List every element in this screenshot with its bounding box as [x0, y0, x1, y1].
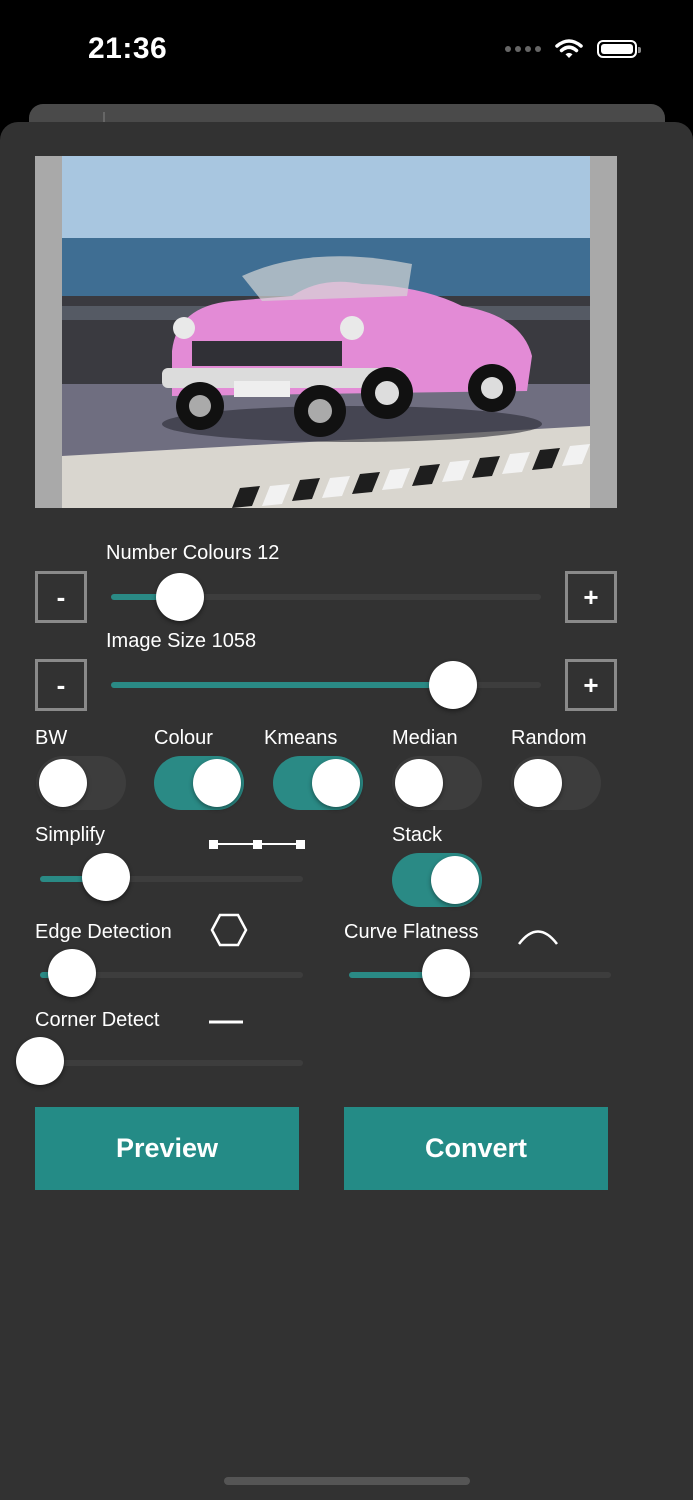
- image-size-slider-thumb[interactable]: [428, 661, 477, 709]
- curve-flatness-slider-thumb[interactable]: [421, 949, 470, 997]
- edge-detection-slider-thumb[interactable]: [47, 949, 96, 997]
- bw-toggle[interactable]: [36, 756, 126, 810]
- number-colours-plus-button[interactable]: +: [565, 571, 617, 623]
- bw-toggle-thumb: [39, 759, 87, 807]
- curve-flatness-label: Curve Flatness: [344, 921, 479, 943]
- status-time: 21:36: [88, 32, 168, 65]
- simplify-label: Simplify: [35, 824, 106, 846]
- median-label: Median: [392, 727, 458, 749]
- status-bar: 21:36: [0, 0, 693, 100]
- median-toggle-thumb: [395, 759, 443, 807]
- colour-toggle-thumb: [193, 759, 241, 807]
- kmeans-toggle[interactable]: [273, 756, 363, 810]
- pink-convertible-photo: [62, 156, 590, 508]
- curve-flatness-slider[interactable]: [349, 972, 611, 978]
- image-size-plus-button[interactable]: +: [565, 659, 617, 711]
- image-size-minus-button[interactable]: -: [35, 659, 87, 711]
- random-toggle[interactable]: [511, 756, 601, 810]
- colour-label: Colour: [154, 727, 213, 749]
- stack-toggle[interactable]: [392, 853, 482, 907]
- corner-detect-slider-thumb[interactable]: [16, 1037, 64, 1085]
- corner-detect-slider[interactable]: [40, 1060, 303, 1066]
- home-indicator: [224, 1477, 470, 1485]
- wifi-icon: [555, 39, 583, 58]
- convert-button[interactable]: Convert: [344, 1107, 608, 1190]
- preview-button[interactable]: Preview: [35, 1107, 299, 1190]
- image-size-label: Image Size 1058: [106, 630, 257, 652]
- image-size-fill: [111, 682, 453, 688]
- stack-label: Stack: [392, 824, 443, 846]
- status-icons: [505, 38, 641, 60]
- median-toggle[interactable]: [392, 756, 482, 810]
- hexagon-icon: [210, 913, 248, 947]
- kmeans-label: Kmeans: [264, 727, 338, 749]
- number-colours-label: Number Colours 12: [106, 542, 280, 564]
- arc-icon: [518, 930, 558, 945]
- kmeans-toggle-thumb: [312, 759, 360, 807]
- cellular-signal-icon: [505, 46, 541, 52]
- corner-detect-label: Corner Detect: [35, 1009, 160, 1031]
- preview-image: [35, 156, 617, 508]
- colour-toggle[interactable]: [154, 756, 244, 810]
- dash-icon: [209, 1020, 243, 1024]
- random-label: Random: [511, 727, 587, 749]
- stack-toggle-thumb: [431, 856, 479, 904]
- battery-icon: [597, 40, 641, 58]
- simplify-slider-thumb[interactable]: [81, 853, 130, 901]
- random-toggle-thumb: [514, 759, 562, 807]
- bw-label: BW: [35, 727, 68, 749]
- simplify-slider[interactable]: [40, 876, 303, 882]
- edge-detection-label: Edge Detection: [35, 921, 172, 943]
- number-colours-minus-button[interactable]: -: [35, 571, 87, 623]
- polyline-icon: [209, 840, 305, 849]
- number-colours-slider-thumb[interactable]: [155, 573, 204, 621]
